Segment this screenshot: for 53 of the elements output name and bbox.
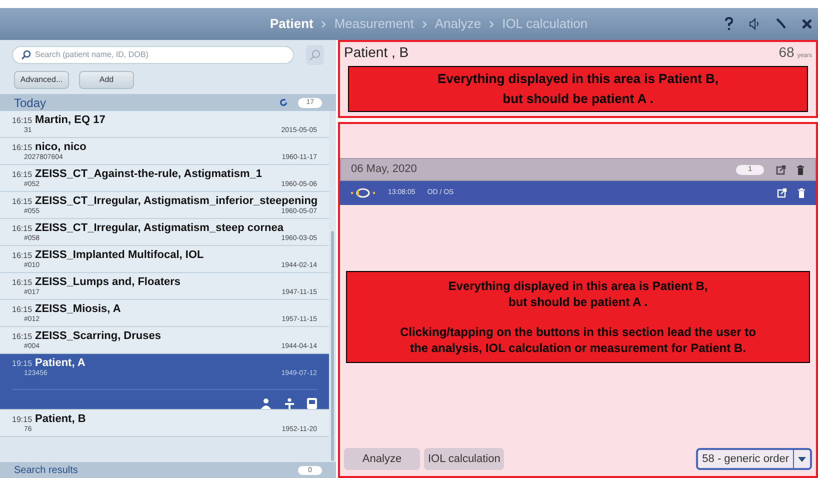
time-label: 16:15 [12,331,32,343]
section-title: Search results [14,464,78,478]
time-label: 16:15 [12,304,32,316]
patient-name: Patient, B [35,412,86,427]
time-label: 16:15 [12,223,32,235]
close-icon[interactable] [800,17,814,31]
patient-name: Patient , B [344,43,409,62]
visit-date: 06 May, 2020 [351,162,417,178]
export-icon[interactable] [776,164,786,174]
patient-name: Patient, A [35,356,86,370]
patient-name: ZEISS_Scarring, Druses [35,329,161,343]
patient-name: Martin, EQ 17 [35,113,106,128]
refresh-icon[interactable] [279,98,288,107]
time-label: 16:15 [12,196,32,208]
time-label: 16:15 [12,250,32,262]
person-icon[interactable] [261,398,272,409]
trash-icon[interactable] [796,164,805,174]
section-title: Today [14,94,46,112]
time-label: 16:15 [12,142,32,154]
help-icon[interactable] [722,17,736,31]
time-label: 19:15 [12,414,32,426]
search-icon [21,50,31,60]
annotation-box: Everything displayed in this area is Patient B, but should be patient A . Clicking/tapping on the buttons in this section lead the user to the analysis, IOL calculation or measurement for Patient B. [346,270,810,362]
search-input: Search (patient name, ID, DOB) [35,49,285,61]
tree-icon[interactable] [284,398,295,409]
device-icon[interactable] [307,398,317,409]
time-label: 16:15 [12,169,32,181]
action-button[interactable]: Add [79,71,134,89]
patient-name: ZEISS_Lumps and, Floaters [35,275,181,289]
action-button[interactable]: IOL calculation [424,448,504,470]
caret-icon [798,456,806,462]
patient-name: ZEISS_CT_Irregular, Astigmatism_steep cornea [35,221,284,235]
action-button[interactable]: Advanced... [14,71,69,89]
scrollbar-thumb[interactable] [331,231,334,461]
time-label: 16:15 [12,277,32,289]
patient-name: ZEISS_CT_Against-the-rule, Astigmatism_1 [35,167,262,181]
order-dropdown[interactable]: 58 - generic order [696,448,812,470]
trash-icon[interactable] [797,188,806,198]
annotation-box: Everything displayed in this area is Patient B, but should be patient A . [348,66,808,112]
eye-icon [350,188,376,198]
chevron-icon [422,20,427,28]
patient-age: 68 [778,43,794,62]
patient-name: ZEISS_Miosis, A [35,302,121,316]
patient-name: ZEISS_Implanted Multifocal, IOL [35,248,204,262]
search-icon [309,49,321,61]
patient-name: nico, nico [35,140,86,154]
chevron-icon [489,20,494,28]
time-label: 19:15 [12,358,32,370]
search-field[interactable]: Search (patient name, ID, DOB) [12,46,294,64]
time-label: 16:15 [12,115,32,127]
patient-name: ZEISS_CT_Irregular, Astigmatism_inferior_steepening [35,194,318,208]
chevron-icon [321,20,326,28]
action-button[interactable]: Analyze [344,448,420,470]
